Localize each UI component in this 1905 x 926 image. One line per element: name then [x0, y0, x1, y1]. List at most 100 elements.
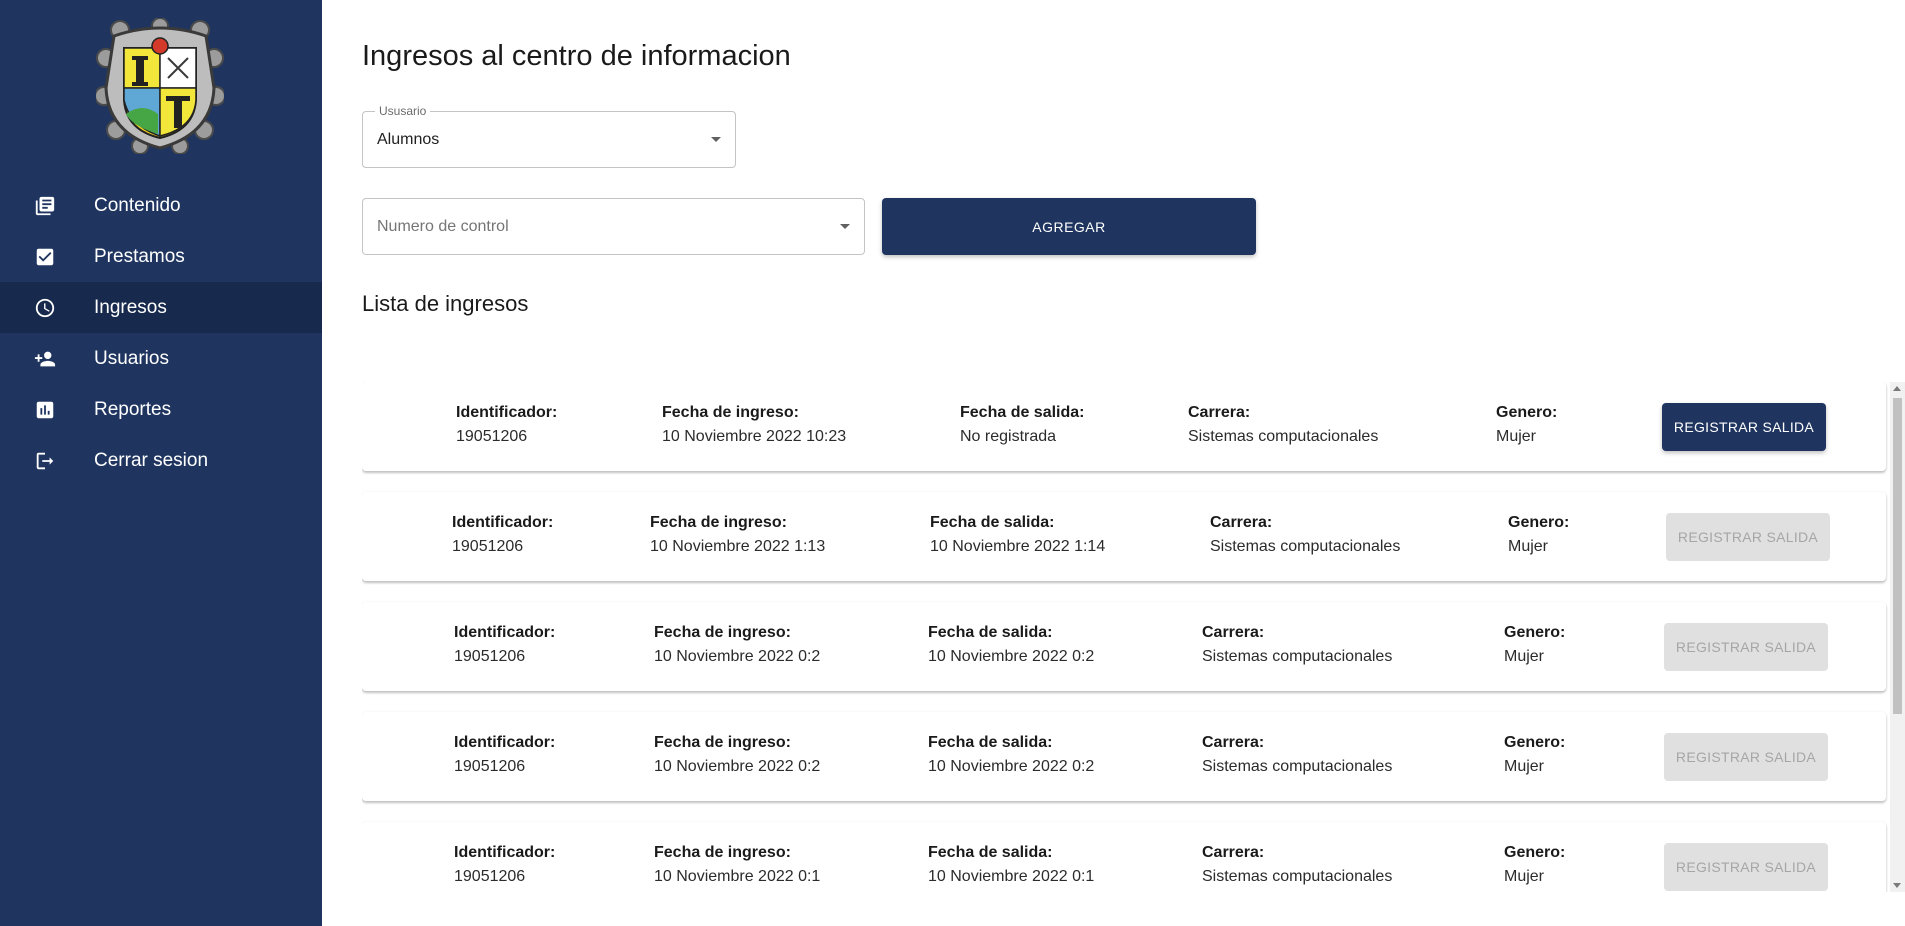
- ingresos-list: Identificador: 19051206 Fecha de ingreso…: [362, 382, 1890, 892]
- field-label: Genero:: [1504, 844, 1566, 861]
- numero-control-placeholder: Numero de control: [377, 218, 509, 235]
- field-label: Genero:: [1504, 734, 1566, 751]
- usuario-select-label: Ususario: [375, 104, 431, 118]
- usuario-select-value: Alumnos: [377, 131, 440, 148]
- field-carrera: Carrera: Sistemas computacionales: [1202, 734, 1392, 776]
- field-label: Identificador:: [452, 514, 554, 531]
- field-label: Genero:: [1508, 514, 1570, 531]
- field-value: Mujer: [1504, 648, 1545, 665]
- sidebar-item-reportes[interactable]: Reportes: [0, 384, 322, 435]
- field-carrera: Carrera: Sistemas computacionales: [1202, 844, 1392, 886]
- field-label: Fecha de salida:: [960, 404, 1085, 421]
- field-label: Carrera:: [1202, 844, 1265, 861]
- field-value: Sistemas computacionales: [1188, 428, 1379, 445]
- field-identificador: Identificador: 19051206: [456, 404, 557, 446]
- field-label: Fecha de ingreso:: [654, 624, 791, 641]
- field-value: 10 Noviembre 2022 0:2: [654, 648, 821, 665]
- list-item: Identificador: 19051206 Fecha de ingreso…: [362, 382, 1886, 471]
- field-genero: Genero: Mujer: [1504, 844, 1565, 886]
- field-value: 19051206: [454, 648, 526, 665]
- field-label: Identificador:: [454, 734, 556, 751]
- main-content: Ingresos al centro de informacion Ususar…: [322, 0, 1905, 926]
- field-carrera: Carrera: Sistemas computacionales: [1188, 404, 1378, 446]
- registrar-salida-button[interactable]: REGISTRAR SALIDA: [1664, 843, 1828, 891]
- field-label: Fecha de salida:: [930, 514, 1055, 531]
- chevron-down-icon: [840, 224, 850, 229]
- field-value: 10 Noviembre 2022 0:2: [928, 648, 1095, 665]
- sidebar-item-label: Reportes: [94, 398, 172, 420]
- field-identificador: Identificador: 19051206: [454, 734, 555, 776]
- registrar-salida-button[interactable]: REGISTRAR SALIDA: [1666, 513, 1830, 561]
- field-label: Carrera:: [1210, 514, 1273, 531]
- field-value: 10 Noviembre 2022 1:13: [650, 538, 826, 555]
- clock-icon: [34, 297, 56, 319]
- sidebar-item-prestamos[interactable]: Prestamos: [0, 231, 322, 282]
- field-value: Sistemas computacionales: [1202, 758, 1393, 775]
- field-genero: Genero: Mujer: [1504, 734, 1565, 776]
- field-label: Fecha de salida:: [928, 734, 1053, 751]
- registrar-salida-button[interactable]: REGISTRAR SALIDA: [1664, 623, 1828, 671]
- scroll-down-icon[interactable]: [1893, 883, 1901, 888]
- field-label: Identificador:: [454, 844, 556, 861]
- list-item: Identificador: 19051206 Fecha de ingreso…: [362, 712, 1886, 801]
- list-item: Identificador: 19051206 Fecha de ingreso…: [362, 822, 1886, 892]
- field-value: Mujer: [1504, 868, 1545, 885]
- field-value: 10 Noviembre 2022 10:23: [662, 428, 847, 445]
- scroll-thumb[interactable]: [1893, 398, 1902, 714]
- page-title: Ingresos al centro de informacion: [362, 40, 791, 72]
- field-label: Fecha de ingreso:: [650, 514, 787, 531]
- checkbox-icon: [34, 246, 56, 268]
- field-genero: Genero: Mujer: [1496, 404, 1557, 446]
- list-scrollbar[interactable]: [1890, 382, 1905, 892]
- field-label: Fecha de salida:: [928, 844, 1053, 861]
- sidebar-item-ingresos[interactable]: Ingresos: [0, 282, 322, 333]
- sidebar-item-label: Ingresos: [94, 296, 167, 318]
- field-identificador: Identificador: 19051206: [454, 624, 555, 666]
- sidebar: Contenido Prestamos Ingresos Usuarios Re…: [0, 0, 322, 926]
- field-fecha-salida: Fecha de salida: No registrada: [960, 404, 1085, 446]
- registrar-salida-button[interactable]: REGISTRAR SALIDA: [1662, 403, 1826, 451]
- field-label: Carrera:: [1202, 624, 1265, 641]
- field-fecha-ingreso: Fecha de ingreso: 10 Noviembre 2022 0:1: [654, 844, 820, 886]
- field-value: 10 Noviembre 2022 1:14: [930, 538, 1106, 555]
- library-books-icon: [34, 195, 56, 217]
- field-genero: Genero: Mujer: [1508, 514, 1569, 556]
- field-fecha-ingreso: Fecha de ingreso: 10 Noviembre 2022 1:13: [650, 514, 825, 556]
- chevron-down-icon: [711, 137, 721, 142]
- field-value: 19051206: [454, 758, 526, 775]
- field-fecha-salida: Fecha de salida: 10 Noviembre 2022 0:2: [928, 734, 1094, 776]
- list-item: Identificador: 19051206 Fecha de ingreso…: [362, 602, 1886, 691]
- field-label: Fecha de salida:: [928, 624, 1053, 641]
- field-label: Fecha de ingreso:: [662, 404, 799, 421]
- field-value: Mujer: [1496, 428, 1537, 445]
- logout-icon: [34, 450, 56, 472]
- usuario-select[interactable]: Ususario Alumnos: [362, 104, 736, 168]
- sidebar-item-label: Prestamos: [94, 245, 185, 267]
- field-genero: Genero: Mujer: [1504, 624, 1565, 666]
- scroll-up-icon[interactable]: [1893, 386, 1901, 391]
- field-value: Sistemas computacionales: [1210, 538, 1401, 555]
- field-value: Mujer: [1508, 538, 1549, 555]
- field-value: Sistemas computacionales: [1202, 648, 1393, 665]
- field-fecha-salida: Fecha de salida: 10 Noviembre 2022 0:1: [928, 844, 1094, 886]
- agregar-button[interactable]: AGREGAR: [882, 198, 1256, 255]
- field-fecha-ingreso: Fecha de ingreso: 10 Noviembre 2022 0:2: [654, 624, 820, 666]
- field-label: Genero:: [1496, 404, 1558, 421]
- sidebar-item-label: Cerrar sesion: [94, 449, 209, 471]
- registrar-salida-button[interactable]: REGISTRAR SALIDA: [1664, 733, 1828, 781]
- field-value: 10 Noviembre 2022 0:2: [654, 758, 821, 775]
- field-value: 10 Noviembre 2022 0:2: [928, 758, 1095, 775]
- field-value: No registrada: [960, 428, 1057, 445]
- field-value: Mujer: [1504, 758, 1545, 775]
- field-label: Carrera:: [1188, 404, 1251, 421]
- numero-control-select[interactable]: Numero de control: [362, 198, 865, 255]
- sidebar-item-contenido[interactable]: Contenido: [0, 180, 322, 231]
- field-label: Carrera:: [1202, 734, 1265, 751]
- field-fecha-salida: Fecha de salida: 10 Noviembre 2022 1:14: [930, 514, 1105, 556]
- bar-chart-icon: [34, 399, 56, 421]
- sidebar-item-usuarios[interactable]: Usuarios: [0, 333, 322, 384]
- field-value: Sistemas computacionales: [1202, 868, 1393, 885]
- sidebar-item-cerrar-sesion[interactable]: Cerrar sesion: [0, 435, 322, 486]
- field-value: 19051206: [456, 428, 528, 445]
- field-value: 10 Noviembre 2022 0:1: [928, 868, 1095, 885]
